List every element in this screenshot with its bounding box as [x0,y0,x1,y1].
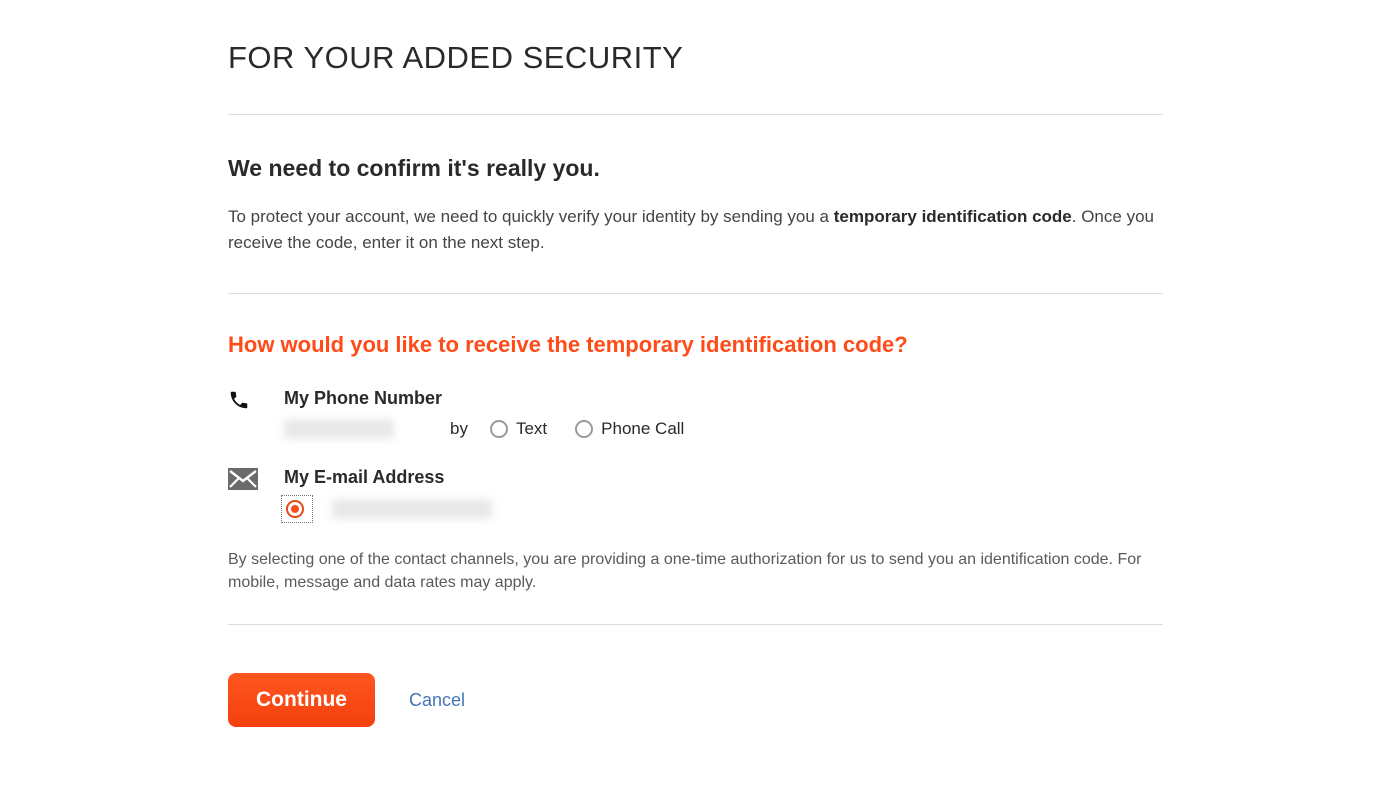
email-label: My E-mail Address [284,467,1163,488]
delivery-question: How would you like to receive the tempor… [228,332,1163,358]
desc-text-strong: temporary identification code [834,207,1072,226]
cancel-button[interactable]: Cancel [409,690,465,711]
radio-phone-call[interactable]: Phone Call [575,419,684,439]
page-title: FOR YOUR ADDED SECURITY [228,40,1163,76]
email-address-masked [332,499,492,519]
mail-icon [228,467,284,490]
intro-description: To protect your account, we need to quic… [228,204,1163,257]
email-option-body: My E-mail Address [284,467,1163,520]
continue-button[interactable]: Continue [228,673,375,727]
email-option-row: My E-mail Address [228,467,1163,520]
confirm-heading: We need to confirm it's really you. [228,155,1163,182]
radio-icon [575,420,593,438]
radio-icon [286,500,304,518]
phone-option-row: My Phone Number by Text Phone Call [228,388,1163,439]
phone-icon [228,388,284,411]
intro-section: We need to confirm it's really you. To p… [228,115,1163,293]
disclaimer-text: By selecting one of the contact channels… [228,548,1163,594]
phone-value-row: by Text Phone Call [284,419,1163,439]
radio-email[interactable] [284,498,310,520]
actions-row: Continue Cancel [228,625,1163,727]
divider [228,293,1163,294]
by-label: by [450,419,468,439]
phone-option-body: My Phone Number by Text Phone Call [284,388,1163,439]
email-value-row [284,498,1163,520]
desc-text-part1: To protect your account, we need to quic… [228,207,834,226]
radio-text[interactable]: Text [490,419,547,439]
radio-call-label: Phone Call [601,419,684,439]
security-verification-panel: FOR YOUR ADDED SECURITY We need to confi… [228,40,1163,727]
radio-icon [490,420,508,438]
delivery-options-section: How would you like to receive the tempor… [228,332,1163,594]
phone-number-masked [284,419,394,439]
radio-text-label: Text [516,419,547,439]
phone-label: My Phone Number [284,388,1163,409]
